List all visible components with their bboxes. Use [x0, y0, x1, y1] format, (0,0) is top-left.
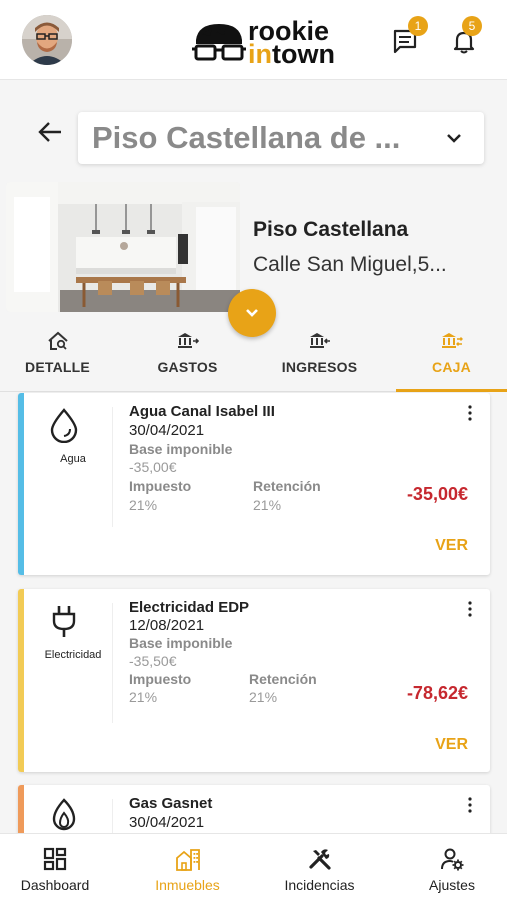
bank-transfer-icon — [441, 333, 463, 348]
expense-amount: -78,62€ — [406, 683, 468, 703]
messages-badge: 1 — [408, 16, 428, 36]
nav-dashboard[interactable]: Dashboard — [0, 834, 110, 900]
logo-wordmark-rest: town — [272, 39, 335, 69]
tab-gastos[interactable]: GASTOS — [130, 325, 245, 391]
retention-value: 21% — [249, 689, 278, 705]
expense-date: 12/08/2021 — [129, 617, 205, 634]
card-divider — [112, 407, 113, 527]
bottom-navigation: Dashboard Inmuebles Incidencias Ajustes — [0, 833, 507, 900]
notifications-badge: 5 — [462, 16, 482, 36]
tab-caja[interactable]: CAJA — [396, 325, 507, 391]
expense-date: 30/04/2021 — [129, 814, 205, 831]
nav-inmuebles[interactable]: Inmuebles — [130, 834, 245, 900]
flame-icon — [52, 798, 76, 831]
tab-ingresos[interactable]: INGRESOS — [262, 325, 377, 391]
tab-detalle[interactable]: DETALLE — [0, 325, 115, 391]
logo-face-icon — [192, 24, 246, 61]
nav-label: Incidencias — [284, 877, 355, 893]
more-vert-icon[interactable] — [468, 601, 472, 617]
view-button[interactable]: VER — [435, 537, 468, 555]
nav-label: Ajustes — [429, 877, 475, 893]
tax-value: 21% — [129, 689, 158, 705]
expense-amount: -35,00€ — [406, 484, 468, 504]
plug-icon — [52, 606, 76, 637]
arrow-left-icon — [38, 122, 61, 142]
nav-label: Inmuebles — [155, 877, 220, 893]
tax-label: Impuesto — [129, 671, 192, 687]
expense-title: Electricidad EDP — [129, 599, 250, 616]
house-search-icon — [47, 331, 68, 350]
property-photo — [6, 182, 240, 312]
more-vert-icon[interactable] — [468, 797, 472, 813]
more-vert-icon[interactable] — [468, 405, 472, 421]
tab-label: CAJA — [432, 359, 471, 375]
view-button[interactable]: VER — [435, 736, 468, 754]
notifications-button[interactable]: 5 — [451, 16, 482, 54]
retention-value: 21% — [253, 497, 282, 513]
dashboard-icon — [43, 847, 67, 871]
chevron-down-icon — [246, 309, 258, 317]
base-label: Base imponible — [129, 441, 233, 457]
expense-title: Gas Gasnet — [129, 795, 213, 812]
bank-out-icon — [177, 333, 199, 348]
expense-card[interactable]: Agua Agua Canal Isabel III 30/04/2021 Ba… — [18, 393, 490, 575]
top-app-bar: rookie intown 1 5 — [0, 0, 507, 80]
category-label: Agua — [60, 453, 86, 465]
property-address: Calle San Miguel,5... — [253, 253, 447, 276]
back-button[interactable] — [36, 118, 64, 146]
card-divider — [112, 603, 113, 723]
property-name: Piso Castellana — [253, 218, 409, 241]
tab-label: GASTOS — [157, 359, 218, 375]
avatar[interactable] — [22, 15, 72, 65]
base-value: -35,00€ — [129, 459, 177, 475]
expense-card[interactable]: Electricidad Electricidad EDP 12/08/2021… — [18, 589, 490, 772]
app-logo: rookie intown — [192, 18, 342, 68]
logo-wordmark-accent: in — [248, 39, 272, 69]
bank-in-icon — [309, 333, 330, 348]
category-color-bar — [18, 393, 24, 575]
property-tabs: DETALLE GASTOS INGRESOS CAJA — [0, 325, 507, 391]
logo-wordmark-bottom: intown — [248, 41, 335, 68]
retention-label: Retención — [249, 671, 317, 687]
nav-label: Dashboard — [20, 877, 90, 893]
active-tab-indicator — [396, 389, 507, 392]
user-settings-icon — [441, 848, 464, 871]
base-label: Base imponible — [129, 635, 233, 651]
tax-label: Impuesto — [129, 478, 192, 494]
tab-label: INGRESOS — [281, 359, 358, 375]
building-icon — [175, 849, 200, 871]
messages-button[interactable]: 1 — [392, 16, 428, 54]
property-selector-title: Piso Castellana de ... — [92, 120, 401, 155]
water-drop-icon — [50, 408, 78, 443]
nav-ajustes[interactable]: Ajustes — [397, 834, 507, 900]
category-color-bar — [18, 589, 24, 772]
expense-title: Agua Canal Isabel III — [129, 403, 275, 420]
base-value: -35,50€ — [129, 653, 177, 669]
tab-label: DETALLE — [25, 359, 90, 375]
chevron-down-icon — [447, 134, 461, 143]
tax-value: 21% — [129, 497, 158, 513]
nav-incidencias[interactable]: Incidencias — [262, 834, 377, 900]
category-label: Electricidad — [44, 649, 102, 661]
property-selector[interactable]: Piso Castellana de ... — [78, 112, 484, 164]
tools-icon — [308, 849, 331, 870]
expense-date: 30/04/2021 — [129, 422, 205, 439]
retention-label: Retención — [253, 478, 321, 494]
